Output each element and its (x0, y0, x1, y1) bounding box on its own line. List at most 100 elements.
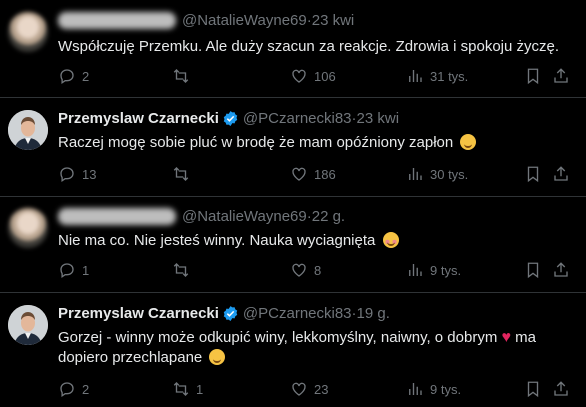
retweet-button[interactable]: 1 (172, 380, 203, 398)
tweet-time[interactable]: 19 g. (357, 305, 390, 322)
reply-count: 1 (82, 262, 90, 278)
retweet-icon (173, 382, 189, 396)
profile-photo (8, 110, 48, 150)
winking-face-emoji (209, 349, 226, 365)
tweet-text: Gorzej - winny może odkupić winy, lekkom… (58, 329, 537, 366)
like-count: 8 (314, 262, 322, 278)
winking-face-emoji (460, 134, 477, 150)
avatar[interactable] (8, 208, 48, 248)
reply-icon (60, 69, 74, 85)
heart-icon (292, 69, 306, 83)
like-button[interactable]: 23 (290, 380, 328, 398)
share-icon (554, 68, 568, 83)
views-button[interactable]: 9 tys. (406, 380, 461, 398)
tweet-actions: 2 106 31 tys. (58, 67, 568, 87)
profile-photo (8, 305, 48, 345)
heart-icon (292, 382, 306, 396)
reply-count: 2 (82, 381, 90, 397)
share-button[interactable] (552, 261, 570, 279)
share-button[interactable] (552, 380, 570, 398)
author-name[interactable]: Przemyslaw Czarnecki (58, 305, 219, 322)
tweet-actions: 13 186 30 tys. (58, 165, 568, 185)
reply-button[interactable]: 2 (58, 380, 89, 398)
tweet[interactable]: @NatalieWayne69 · 23 kwi Współczuję Prze… (0, 0, 586, 98)
author-handle[interactable]: @NatalieWayne69 (182, 12, 307, 29)
reply-count: 2 (82, 68, 90, 84)
tweet-header: @NatalieWayne69 · 22 g. (58, 208, 345, 225)
share-icon (554, 262, 568, 277)
tweet-time[interactable]: 23 kwi (357, 110, 400, 127)
verified-badge-icon (223, 306, 238, 321)
retweet-icon (173, 69, 189, 83)
tweet[interactable]: Przemyslaw Czarnecki @PCzarnecki83 · 19 … (0, 293, 586, 407)
share-icon (554, 166, 568, 181)
retweet-count: 1 (196, 381, 204, 397)
bookmark-icon (527, 68, 539, 85)
author-handle[interactable]: @PCzarnecki83 (243, 305, 352, 322)
views-button[interactable]: 9 tys. (406, 261, 461, 279)
tweet-time[interactable]: 23 kwi (312, 12, 355, 29)
reply-button[interactable]: 13 (58, 165, 96, 183)
tweet-actions: 2 1 23 9 tys. (58, 380, 568, 400)
tweet-actions: 1 8 9 tys. (58, 261, 568, 281)
views-icon (409, 264, 422, 276)
bookmark-button[interactable] (524, 165, 542, 183)
like-button[interactable]: 106 (290, 67, 336, 85)
author-name[interactable]: Przemyslaw Czarnecki (58, 110, 219, 127)
like-button[interactable]: 186 (290, 165, 336, 183)
heart-icon (292, 263, 306, 277)
tweet-time[interactable]: 22 g. (312, 208, 345, 225)
author-handle[interactable]: @PCzarnecki83 (243, 110, 352, 127)
view-count: 9 tys. (430, 262, 462, 278)
views-icon (409, 168, 422, 180)
bookmark-icon (527, 166, 539, 183)
like-count: 106 (314, 68, 336, 84)
tweet[interactable]: @NatalieWayne69 · 22 g. Nie ma co. Nie j… (0, 197, 586, 293)
retweet-icon (173, 167, 189, 181)
tweet-header: @NatalieWayne69 · 23 kwi (58, 12, 354, 29)
verified-badge-icon (223, 111, 238, 126)
views-button[interactable]: 31 tys. (406, 67, 468, 85)
reply-count: 13 (82, 166, 97, 182)
tweet-header: Przemyslaw Czarnecki @PCzarnecki83 · 19 … (58, 305, 390, 322)
author-handle[interactable]: @NatalieWayne69 (182, 208, 307, 225)
retweet-icon (173, 263, 189, 277)
views-icon (409, 383, 422, 395)
reply-icon (60, 167, 74, 183)
like-count: 23 (314, 381, 329, 397)
bookmark-button[interactable] (524, 261, 542, 279)
view-count: 31 tys. (430, 68, 469, 84)
views-icon (409, 70, 422, 82)
blurred-display-name (58, 12, 176, 29)
bookmark-button[interactable] (524, 380, 542, 398)
bookmark-icon (527, 381, 539, 398)
avatar[interactable] (8, 110, 48, 150)
tweet-text: Współczuję Przemku. Ale duży szacun za r… (58, 38, 560, 55)
red-heart-emoji: ♥ (501, 329, 512, 346)
heart-icon (292, 167, 306, 181)
reply-button[interactable]: 1 (58, 261, 89, 279)
retweet-button[interactable] (172, 67, 190, 85)
view-count: 30 tys. (430, 166, 469, 182)
view-count: 9 tys. (430, 381, 462, 397)
reply-icon (60, 382, 74, 398)
reply-icon (60, 263, 74, 279)
retweet-button[interactable] (172, 165, 190, 183)
blurred-display-name (58, 208, 176, 225)
share-button[interactable] (552, 67, 570, 85)
retweet-button[interactable] (172, 261, 190, 279)
tweet-header: Przemyslaw Czarnecki @PCzarnecki83 · 23 … (58, 110, 399, 127)
share-button[interactable] (552, 165, 570, 183)
tweet[interactable]: Przemyslaw Czarnecki @PCzarnecki83 · 23 … (0, 98, 586, 197)
reply-button[interactable]: 2 (58, 67, 89, 85)
avatar[interactable] (8, 12, 48, 52)
tweet-text: Nie ma co. Nie jesteś winny. Nauka wycia… (58, 231, 578, 251)
views-button[interactable]: 30 tys. (406, 165, 468, 183)
like-button[interactable]: 8 (290, 261, 321, 279)
avatar[interactable] (8, 305, 48, 345)
share-icon (554, 381, 568, 396)
like-count: 186 (314, 166, 336, 182)
bookmark-button[interactable] (524, 67, 542, 85)
bookmark-icon (527, 262, 539, 279)
tweet-text: Raczej mogę sobie pluć w brodę że mam op… (58, 133, 578, 153)
